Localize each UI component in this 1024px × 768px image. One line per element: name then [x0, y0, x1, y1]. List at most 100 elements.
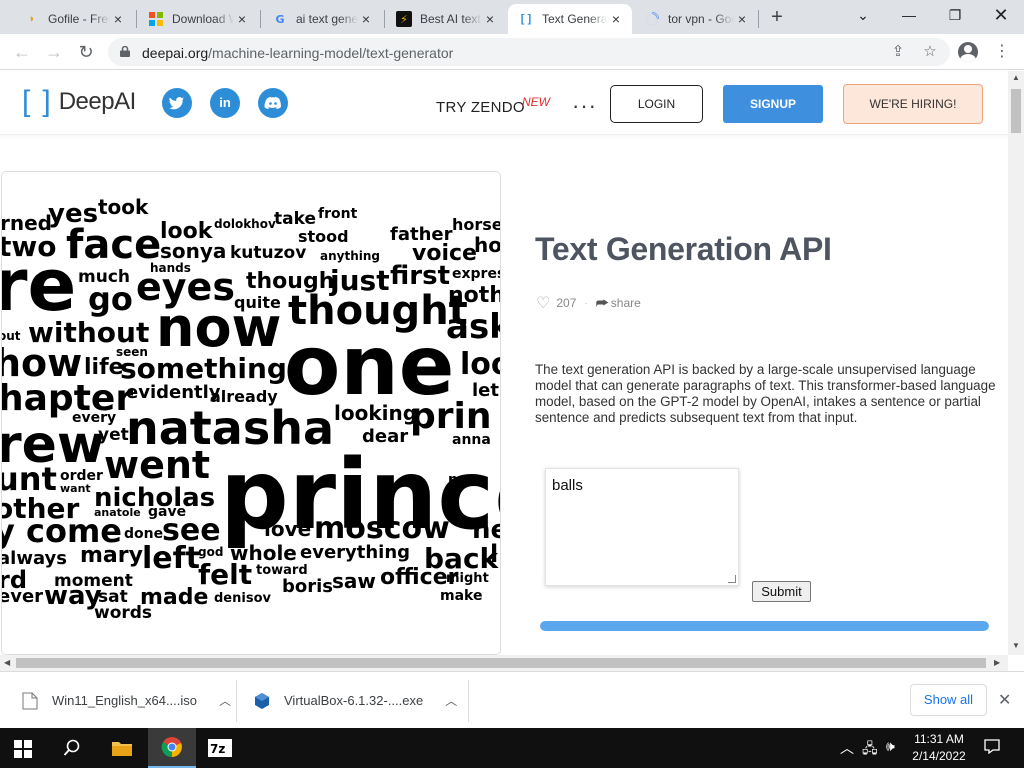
hiring-button[interactable]: WE'RE HIRING! — [843, 84, 983, 124]
cloud-word: words — [94, 603, 152, 623]
show-all-button[interactable]: Show all — [910, 684, 987, 716]
tab-download[interactable]: Download Wi × — [138, 4, 258, 34]
cloud-word: might — [446, 571, 489, 586]
deepai-logo[interactable]: [ ] DeepAI — [22, 85, 136, 119]
cloud-word: new — [448, 472, 480, 488]
cloud-word: now — [156, 296, 281, 359]
submit-button[interactable]: Submit — [752, 581, 811, 602]
download-filename: VirtualBox-6.1.32-....exe — [284, 693, 424, 708]
close-tab-icon[interactable]: × — [482, 11, 498, 27]
tab-tor-vpn[interactable]: tor vpn - Goo × — [634, 4, 758, 34]
scroll-up-icon[interactable]: ▲ — [1012, 73, 1020, 82]
scroll-left-icon[interactable]: ◀ — [4, 658, 10, 667]
reload-button[interactable]: ↻ — [74, 40, 98, 64]
tab-best-ai[interactable]: ⚡ Best AI text × — [386, 4, 506, 34]
network-icon[interactable]: 🖧 — [862, 738, 878, 762]
profile-avatar-icon[interactable] — [958, 42, 978, 62]
horizontal-scroll-thumb[interactable] — [16, 658, 986, 668]
chevron-up-icon[interactable]: ︿ — [445, 692, 457, 709]
search-icon[interactable] — [48, 728, 96, 768]
cloud-word: went — [104, 443, 210, 487]
forward-button[interactable]: → — [42, 40, 66, 64]
cloud-word: kutuzov — [230, 243, 306, 263]
notification-center-icon[interactable] — [984, 738, 1000, 757]
cloud-word: take — [274, 209, 316, 229]
more-menu-button[interactable]: ··· — [572, 93, 597, 119]
volume-icon[interactable]: 🕪 — [886, 738, 895, 755]
tab-text-generator[interactable]: [ ] Text Generat × — [508, 4, 632, 34]
tab-separator — [136, 10, 137, 28]
horizontal-scrollbar[interactable]: ◀ ▶ — [0, 655, 1008, 671]
api-description: The text generation API is backed by a l… — [535, 362, 996, 425]
cloud-word: life — [84, 355, 124, 380]
cloud-word: nothi — [448, 283, 501, 308]
new-tab-button[interactable]: + — [766, 6, 788, 28]
lock-icon — [120, 46, 130, 57]
cloud-word: dolokhov — [214, 217, 276, 231]
taskbar-clock[interactable]: 11:31 AM 2/14/2022 — [908, 731, 970, 765]
try-zendo-link[interactable]: TRY ZENDO — [436, 99, 525, 116]
close-tab-icon[interactable]: × — [110, 11, 126, 27]
scroll-right-icon[interactable]: ▶ — [994, 658, 1000, 667]
cloud-word: ever — [2, 586, 43, 607]
tab-search-icon[interactable]: ⌄ — [840, 0, 886, 30]
minimize-button[interactable]: — — [886, 0, 932, 30]
browser-toolbar: ← → ↻ deepai.org/machine-learning-model/… — [0, 34, 1024, 70]
windows-start-icon[interactable] — [14, 740, 32, 758]
close-tab-icon[interactable]: × — [734, 11, 750, 27]
lightning-favicon-icon: ⚡ — [396, 11, 412, 27]
cloud-word: god — [198, 545, 223, 559]
page-title: Text Generation API — [535, 231, 832, 267]
text-input-container — [545, 468, 739, 586]
bookmark-star-icon[interactable]: ☆ — [920, 42, 940, 62]
chrome-icon[interactable] — [148, 728, 196, 768]
download-item-virtualbox[interactable]: VirtualBox-6.1.32-....exe ︿ — [254, 672, 457, 729]
address-bar[interactable]: deepai.org/machine-learning-model/text-g… — [108, 38, 950, 66]
gofile-favicon-icon: ◗ — [28, 13, 36, 25]
deepai-favicon-icon: [ ] — [520, 13, 532, 25]
vertical-scrollbar[interactable]: ▲ ▼ — [1008, 71, 1024, 655]
file-explorer-icon[interactable] — [98, 728, 146, 768]
close-tab-icon[interactable]: × — [234, 11, 250, 27]
chrome-menu-icon[interactable]: ⋮ — [994, 42, 1010, 62]
cloud-word: li — [490, 540, 501, 568]
login-button[interactable]: LOGIN — [610, 85, 703, 123]
tray-chevron-icon[interactable]: ︿ — [840, 738, 854, 758]
google-favicon-icon: G — [275, 12, 285, 26]
share-page-icon[interactable]: ⇪ — [888, 42, 908, 62]
close-downloads-icon[interactable]: ✕ — [998, 690, 1011, 710]
back-button[interactable]: ← — [10, 40, 34, 64]
share-icon[interactable]: ⮫ — [596, 295, 609, 312]
signup-button[interactable]: SIGNUP — [723, 85, 823, 123]
vertical-scroll-thumb[interactable] — [1011, 89, 1021, 133]
cloud-word: first — [390, 261, 450, 291]
cloud-word: boris — [282, 576, 333, 597]
cloud-word: sonya — [160, 239, 226, 263]
cloud-word: denisov — [214, 591, 272, 606]
7zip-icon[interactable]: 7z — [196, 728, 244, 768]
twitter-icon[interactable] — [162, 88, 192, 118]
cloud-word: prin — [410, 396, 492, 437]
close-tab-icon[interactable]: × — [358, 11, 374, 27]
close-tab-icon[interactable]: × — [608, 11, 624, 27]
tab-gofile[interactable]: ◗ Gofile - Free × — [14, 4, 134, 34]
scroll-down-icon[interactable]: ▼ — [1012, 641, 1020, 650]
text-input[interactable] — [546, 469, 738, 585]
close-window-button[interactable]: ✕ — [978, 0, 1024, 30]
resize-grip-icon[interactable] — [728, 575, 736, 583]
tab-google-search[interactable]: G ai text genera × — [262, 4, 382, 34]
share-link[interactable]: share — [611, 296, 641, 310]
discord-icon[interactable] — [258, 88, 288, 118]
clock-time: 11:31 AM — [914, 732, 964, 746]
cloud-word: looking — [334, 401, 417, 425]
cloud-word: horse — [452, 215, 501, 234]
site-header: [ ] DeepAI in TRY ZENDO NEW ··· LOGIN SI… — [0, 71, 1008, 135]
cloud-word: mary — [80, 543, 143, 568]
restore-button[interactable]: ❐ — [932, 0, 978, 30]
linkedin-icon[interactable]: in — [210, 88, 240, 118]
virtualbox-icon — [255, 692, 269, 709]
chevron-up-icon[interactable]: ︿ — [219, 692, 231, 709]
download-item-win11[interactable]: Win11_English_x64....iso ︿ — [22, 672, 231, 729]
page-viewport: [ ] DeepAI in TRY ZENDO NEW ··· LOGIN SI… — [0, 71, 1008, 655]
heart-icon[interactable]: ♡ — [536, 293, 550, 313]
